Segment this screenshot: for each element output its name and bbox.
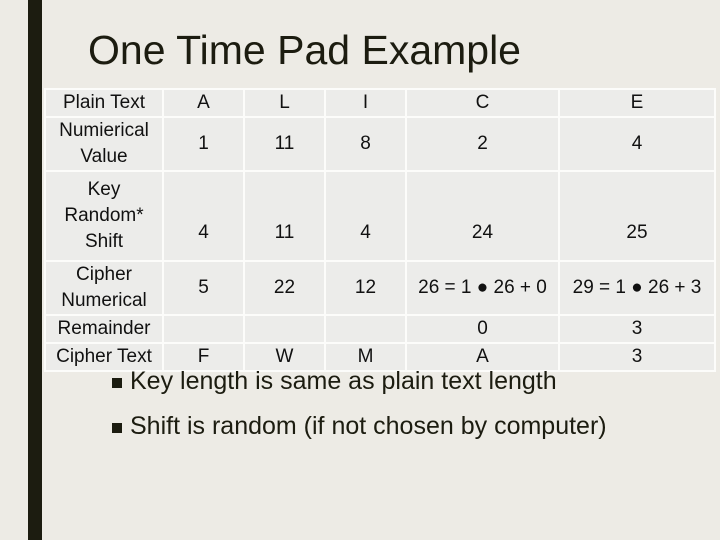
row-label: Remainder [44, 314, 164, 344]
square-bullet-icon [112, 378, 122, 388]
table-cell [324, 314, 407, 344]
table-cell: 5 [162, 260, 245, 316]
bullet-list: Key length is same as plain text length … [110, 366, 630, 456]
table-row-key-shift: Key Random* Shift 4 11 4 24 25 [44, 170, 716, 262]
square-bullet-icon [112, 423, 122, 433]
table-row-remainder: Remainder 0 3 [44, 314, 716, 344]
table-cell: A [162, 88, 245, 118]
bullet-item: Shift is random (if not chosen by comput… [110, 411, 630, 442]
table-cell: 4 [558, 116, 716, 172]
bullet-text: Key length is same as plain text length [130, 367, 557, 395]
table-cell: 8 [324, 116, 407, 172]
slide-title: One Time Pad Example [88, 27, 521, 73]
table-cell [243, 314, 326, 344]
accent-side-bar [28, 0, 42, 540]
table-cell: 29 = 1 ● 26 + 3 [558, 260, 716, 316]
table-cell: C [405, 88, 560, 118]
table-row-cipher-numerical: Cipher Numerical 5 22 12 26 = 1 ● 26 + 0… [44, 260, 716, 316]
table-cell: 4 [162, 170, 245, 262]
table-cell: L [243, 88, 326, 118]
table-cell: 11 [243, 170, 326, 262]
table-cell: 3 [558, 314, 716, 344]
bullet-item: Key length is same as plain text length [110, 366, 630, 397]
table-cell: I [324, 88, 407, 118]
table-cell: 22 [243, 260, 326, 316]
one-time-pad-table: Plain Text A L I C E Numierical Value 1 … [44, 88, 716, 372]
table-cell: 12 [324, 260, 407, 316]
table-cell: 0 [405, 314, 560, 344]
row-label: Plain Text [44, 88, 164, 118]
table-cell [162, 314, 245, 344]
table-row-plain-text: Plain Text A L I C E [44, 88, 716, 118]
table-cell: 24 [405, 170, 560, 262]
bullet-text: Shift is random (if not chosen by comput… [130, 412, 607, 440]
table-cell: 11 [243, 116, 326, 172]
row-label: Cipher Numerical [44, 260, 164, 316]
table-cell: E [558, 88, 716, 118]
table-cell: 4 [324, 170, 407, 262]
row-label: Numierical Value [44, 116, 164, 172]
row-label: Key Random* Shift [44, 170, 164, 262]
table-cell: 26 = 1 ● 26 + 0 [405, 260, 560, 316]
table-cell: 1 [162, 116, 245, 172]
table-cell: 2 [405, 116, 560, 172]
table-row-numerical-value: Numierical Value 1 11 8 2 4 [44, 116, 716, 172]
table-cell: 25 [558, 170, 716, 262]
